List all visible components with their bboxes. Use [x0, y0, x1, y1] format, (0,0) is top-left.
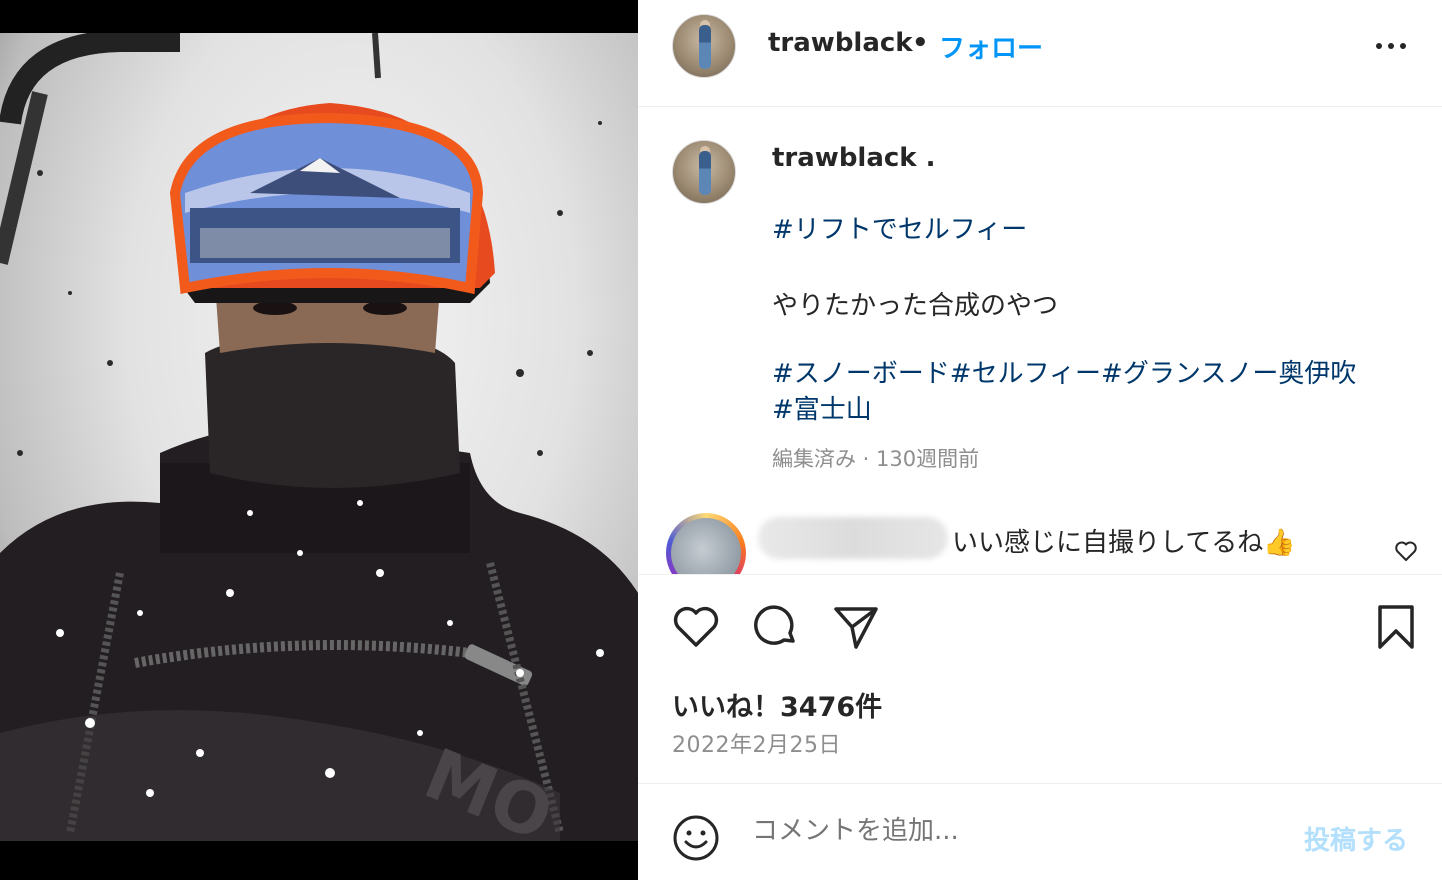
small-heart-icon[interactable]: [1394, 540, 1418, 562]
caption-hashtag-fuji[interactable]: #富士山: [772, 392, 872, 428]
commenter-username-blurred: [758, 517, 948, 559]
follow-button[interactable]: フォロー: [939, 28, 1043, 65]
selfie-illustration: MO: [0, 33, 638, 841]
bookmark-icon[interactable]: [1376, 603, 1416, 651]
comment-composer: 投稿する: [638, 783, 1442, 882]
post-comment-button[interactable]: 投稿する: [1304, 820, 1408, 857]
caption-hashtags[interactable]: #スノーボード#セルフィー#グランスノー奥伊吹: [772, 356, 1356, 392]
more-options-icon[interactable]: [1376, 36, 1412, 56]
caption-username[interactable]: trawblack .: [772, 143, 936, 173]
post-footer: いいね！3476件 2022年2月25日 投稿する: [638, 574, 1442, 881]
post-date: 2022年2月25日: [672, 733, 841, 758]
caption-text: やりたかった合成のやつ: [772, 291, 1059, 321]
author-avatar[interactable]: [672, 14, 736, 78]
author-username[interactable]: trawblack: [768, 28, 913, 58]
share-icon[interactable]: [832, 603, 880, 651]
caption-meta: 編集済み · 130週間前: [772, 447, 980, 471]
comment-text: いい感じに自撮りしてるね👍: [952, 528, 1296, 558]
likes-count[interactable]: いいね！3476件: [672, 685, 882, 724]
caption-hashtag-line[interactable]: #リフトでセルフィー: [772, 212, 1027, 248]
caption-avatar[interactable]: [672, 140, 736, 204]
comment-icon[interactable]: [752, 603, 800, 651]
heart-icon[interactable]: [672, 603, 720, 651]
header-separator: •: [912, 28, 929, 58]
comment-input[interactable]: [752, 816, 1192, 846]
emoji-icon[interactable]: [672, 814, 720, 862]
post-details-panel: trawblack • フォロー trawblack . #リフトでセルフィー …: [638, 0, 1442, 881]
post-media[interactable]: MO: [0, 0, 638, 880]
post-photo[interactable]: MO: [0, 33, 638, 841]
post-header: trawblack • フォロー: [638, 0, 1442, 107]
